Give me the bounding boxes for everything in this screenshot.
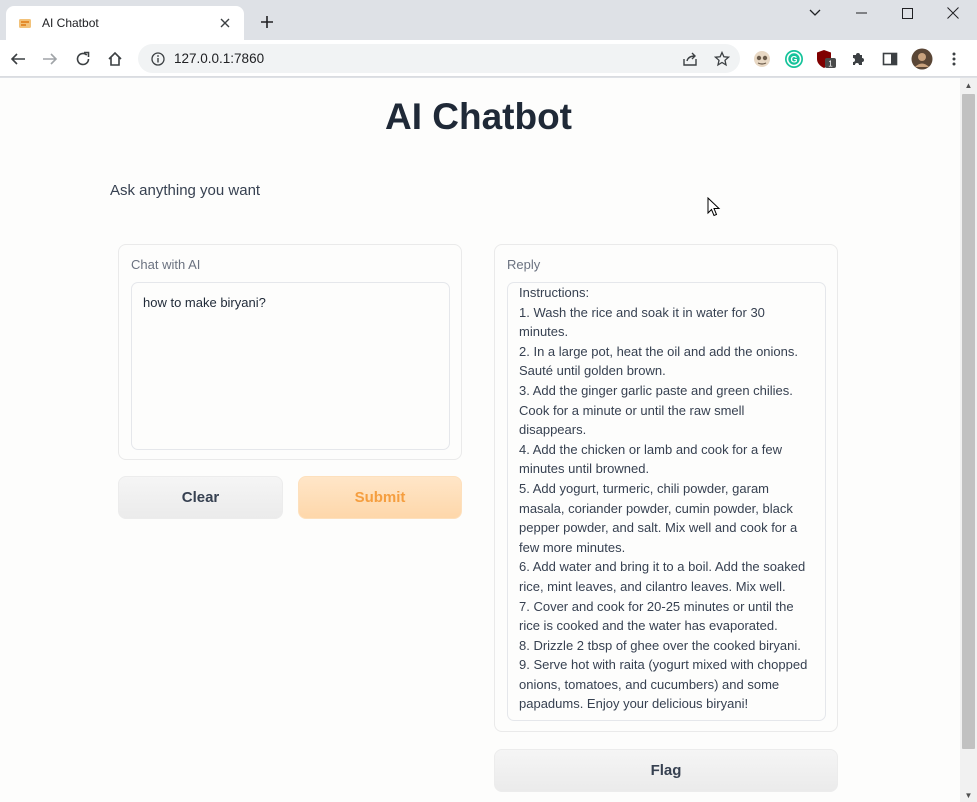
reply-line: minutes. — [519, 324, 569, 340]
browser-toolbar: 127.0.0.1:7860 G 1 — [0, 40, 977, 77]
scroll-down-icon[interactable]: ▼ — [960, 788, 977, 802]
reply-output[interactable]: Instructions: 1. Wash the rice and soak i… — [507, 282, 826, 721]
chat-label: Chat with AI — [131, 257, 201, 272]
star-icon[interactable] — [712, 49, 732, 69]
reply-line: rice is cooked and the water has evapora… — [519, 618, 778, 634]
share-icon[interactable] — [680, 49, 700, 69]
reply-line: pepper powder, and salt. Mix well and co… — [519, 520, 798, 536]
back-icon[interactable] — [5, 46, 31, 72]
reply-line: Cook for a minute or until the raw smell — [519, 402, 745, 418]
page-viewport: AI Chatbot Ask anything you want Chat wi… — [0, 78, 960, 802]
minimize-icon[interactable] — [838, 0, 884, 26]
close-window-icon[interactable] — [930, 0, 976, 26]
reply-line: minutes until browned. — [519, 461, 650, 477]
reply-line: 6. Add water and bring it to a boil. Add… — [519, 559, 806, 575]
favicon-icon — [17, 15, 33, 31]
reply-line: rice, mint leaves, and cilantro leaves. … — [519, 578, 786, 594]
flag-button[interactable]: Flag — [494, 749, 838, 792]
reply-line: 1. Wash the rice and soak it in water fo… — [519, 304, 765, 320]
menu-icon[interactable] — [941, 46, 967, 72]
reply-line: onions, tomatoes, and cucumbers) and som… — [519, 676, 780, 692]
info-icon[interactable] — [144, 51, 172, 66]
plus-icon[interactable] — [256, 11, 278, 33]
tab-strip: AI Chatbot — [0, 0, 977, 40]
scroll-up-icon[interactable]: ▲ — [960, 78, 977, 92]
reply-line: 8. Drizzle 2 tbsp of ghee over the cooke… — [519, 637, 801, 653]
maximize-icon[interactable] — [884, 0, 930, 26]
reply-line: masala, coriander powder, cumin powder, … — [519, 500, 793, 516]
reply-line: 9. Serve hot with raita (yogurt mixed wi… — [519, 657, 808, 673]
home-icon[interactable] — [102, 46, 128, 72]
grammarly-icon[interactable]: G — [781, 46, 807, 72]
reply-line: papadums. Enjoy your delicious biryani! — [519, 696, 749, 712]
extension-icon[interactable] — [749, 46, 775, 72]
tab-title: AI Chatbot — [42, 16, 99, 30]
reload-icon[interactable] — [70, 46, 96, 72]
reply-line: few more minutes. — [519, 539, 626, 555]
reply-line: 4. Add the chicken or lamb and cook for … — [519, 441, 783, 457]
browser-tab[interactable]: AI Chatbot — [6, 6, 244, 40]
reply-line: 3. Add the ginger garlic paste and green… — [519, 382, 793, 398]
forward-icon[interactable] — [37, 46, 63, 72]
clear-button[interactable]: Clear — [118, 476, 283, 519]
ublock-icon[interactable]: 1 — [813, 46, 839, 72]
svg-text:1: 1 — [828, 60, 833, 69]
page-title: AI Chatbot — [384, 96, 573, 137]
chat-panel: Chat with AI how to make biryani? — [118, 244, 462, 460]
mouse-cursor-icon — [707, 197, 721, 217]
address-bar[interactable]: 127.0.0.1:7860 — [138, 44, 740, 73]
reply-label: Reply — [507, 257, 541, 272]
submit-button[interactable]: Submit — [298, 476, 462, 519]
reply-line: 5. Add yogurt, turmeric, chili powder, g… — [519, 480, 770, 496]
sidepanel-icon[interactable] — [877, 46, 903, 72]
profile-avatar[interactable] — [909, 46, 935, 72]
reply-line: disappears. — [519, 422, 587, 438]
chat-input[interactable]: how to make biryani? — [131, 282, 450, 450]
url-text: 127.0.0.1:7860 — [174, 51, 265, 66]
page-scrollbar[interactable]: ▲ ▼ — [960, 78, 977, 802]
reply-line: Instructions: — [519, 285, 590, 300]
reply-line: 2. In a large pot, heat the oil and add … — [519, 343, 798, 359]
reply-line: 7. Cover and cook for 20-25 minutes or u… — [519, 598, 794, 614]
puzzle-icon[interactable] — [845, 46, 871, 72]
close-icon[interactable] — [216, 14, 234, 32]
chevron-down-icon[interactable] — [792, 0, 838, 26]
page-description: Ask anything you want — [110, 182, 261, 199]
reply-panel: Reply Instructions: 1. Wash the rice and … — [494, 244, 838, 732]
reply-text: Instructions: 1. Wash the rice and soak i… — [519, 283, 819, 714]
scroll-thumb[interactable] — [962, 94, 975, 749]
reply-line: Sauté until golden brown. — [519, 363, 666, 379]
svg-text:G: G — [790, 55, 797, 65]
